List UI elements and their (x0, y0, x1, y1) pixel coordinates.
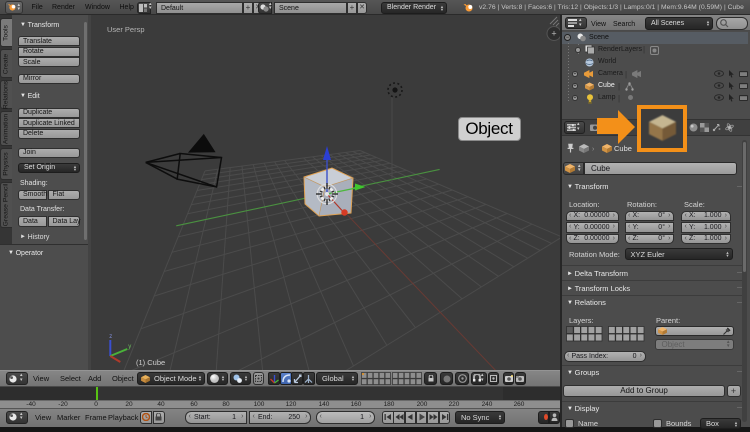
svg-text:(1) Cube: (1) Cube (136, 358, 165, 367)
svg-text:y: y (128, 344, 131, 350)
svg-text:z: z (109, 334, 112, 340)
svg-text:User Persp: User Persp (107, 25, 145, 34)
svg-text:+: + (551, 29, 556, 39)
